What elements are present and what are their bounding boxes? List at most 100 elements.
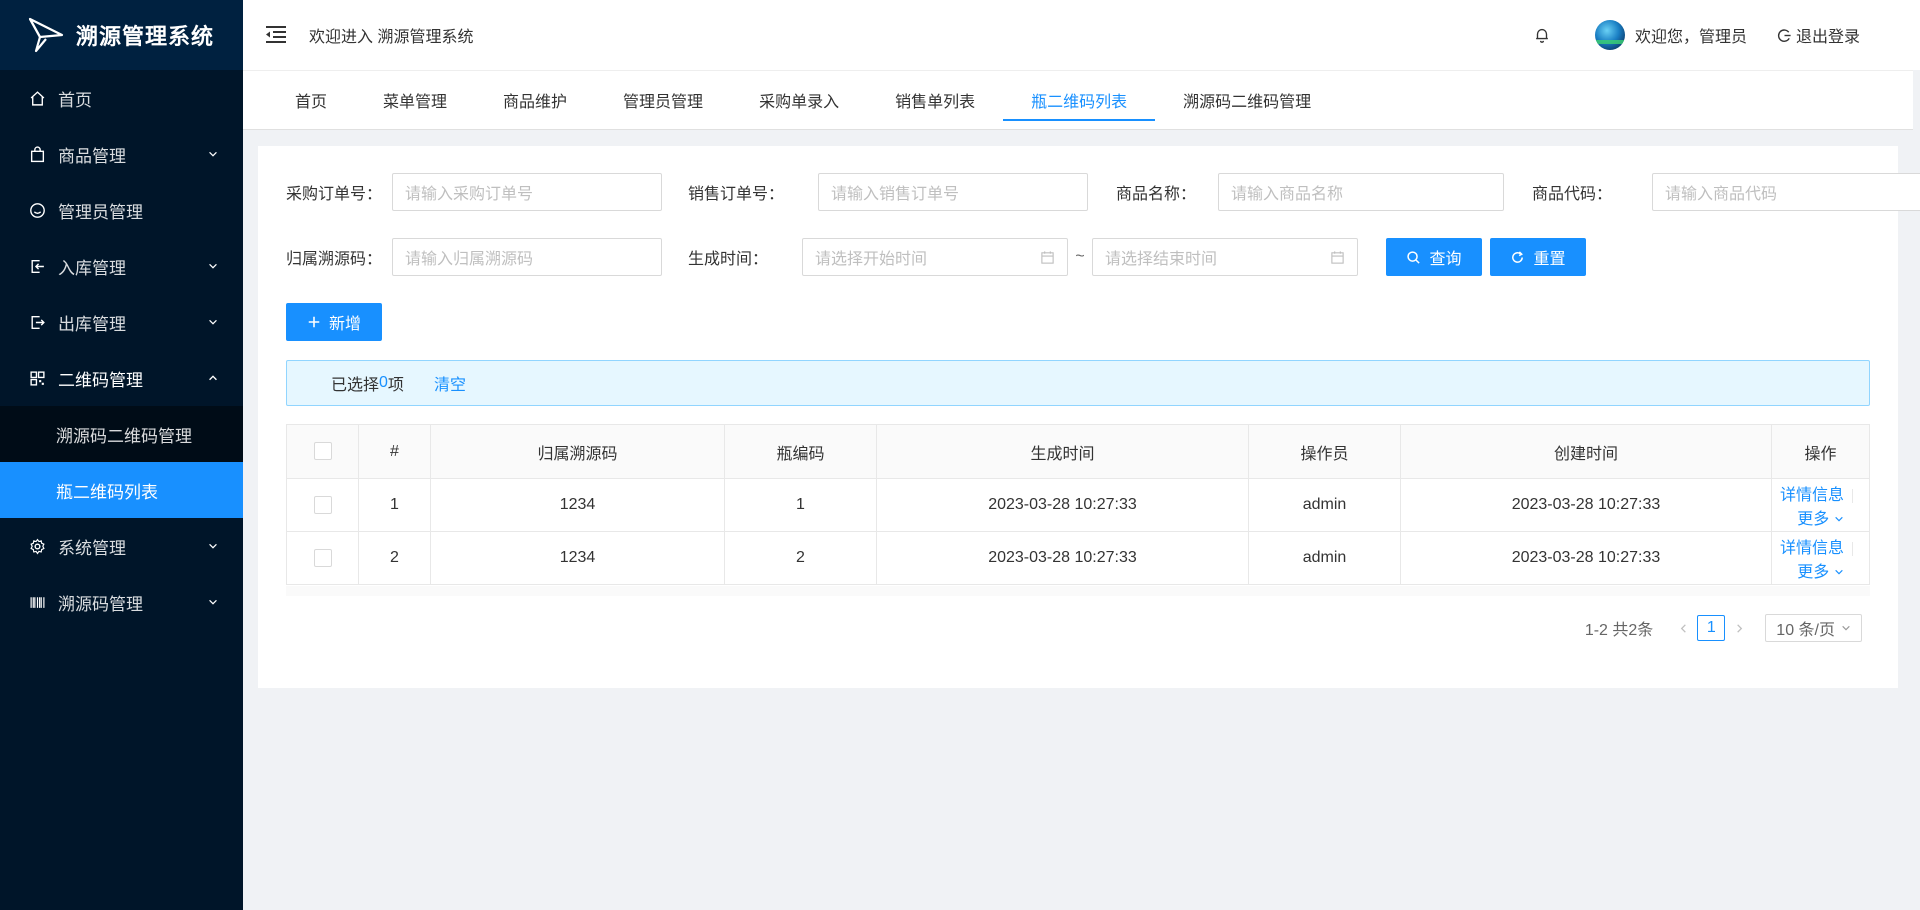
bell-icon[interactable]: [1533, 25, 1553, 45]
tab-bottle-qrcode-list[interactable]: 瓶二维码列表: [1003, 71, 1156, 129]
sidebar-item-bottle-qrcode-list[interactable]: 瓶二维码列表: [0, 462, 243, 518]
next-page-icon[interactable]: [1729, 623, 1749, 634]
select-all-checkbox[interactable]: [313, 442, 332, 461]
chevron-down-icon: [207, 259, 221, 273]
col-index: #: [358, 424, 431, 479]
selection-count: 0: [379, 374, 388, 391]
select-all-cell: [286, 424, 359, 479]
sidebar-item-inbound[interactable]: 入库管理: [0, 238, 243, 294]
sidebar-item-home[interactable]: 首页: [0, 70, 243, 126]
tab-admin[interactable]: 管理员管理: [595, 71, 731, 129]
detail-link[interactable]: 详情信息: [1780, 487, 1844, 504]
cell-create-time: 2023-03-28 10:27:33: [1400, 531, 1772, 585]
start-date-input[interactable]: 请选择开始时间: [802, 238, 1068, 276]
row-select-cell: [286, 478, 359, 532]
reset-label: 重置: [1533, 251, 1566, 268]
col-bottle-code: 瓶编码: [724, 424, 877, 479]
goods-name-input[interactable]: 请输入商品名称: [1218, 173, 1504, 211]
barcode-icon: [28, 593, 46, 611]
cell-bottle-code: 1: [724, 478, 877, 532]
start-date-placeholder: 请选择开始时间: [815, 251, 928, 268]
col-operator: 操作员: [1248, 424, 1401, 479]
tab-menu[interactable]: 菜单管理: [355, 71, 475, 129]
purchase-order-input[interactable]: 请输入采购订单号: [392, 173, 662, 211]
chevron-down-icon: [1834, 516, 1843, 522]
welcome-text: 欢迎进入 溯源管理系统: [309, 29, 474, 46]
add-button[interactable]: 新增: [286, 303, 382, 341]
page-number-current[interactable]: 1: [1697, 615, 1726, 641]
logout-button[interactable]: 退出登录: [1777, 23, 1860, 47]
data-table: # 归属溯源码 瓶编码 生成时间 操作员 创建时间 操作 1 1234 1 20…: [286, 424, 1870, 585]
sidebar-item-goods[interactable]: 商品管理: [0, 126, 243, 182]
cell-gen-time: 2023-03-28 10:27:33: [876, 478, 1249, 532]
clear-selection-link[interactable]: 清空: [434, 371, 466, 395]
cell-index: 2: [358, 531, 431, 585]
tab-home[interactable]: 首页: [267, 71, 355, 129]
trace-code-input[interactable]: 请输入归属溯源码: [392, 238, 662, 276]
sidebar-item-system[interactable]: 系统管理: [0, 518, 243, 574]
row-checkbox[interactable]: [313, 495, 332, 514]
detail-link[interactable]: 详情信息: [1780, 540, 1844, 557]
goods-code-input[interactable]: 请输入商品代码: [1652, 173, 1920, 211]
chevron-down-icon: [207, 539, 221, 553]
qrcode-submenu: 溯源码二维码管理 瓶二维码列表: [0, 406, 243, 518]
logout-icon: [1777, 28, 1791, 42]
menu-fold-icon[interactable]: [263, 22, 289, 48]
chevron-down-icon: [207, 595, 221, 609]
tab-goods[interactable]: 商品维护: [475, 71, 595, 129]
qrcode-icon: [28, 369, 46, 387]
prev-page-icon[interactable]: [1673, 623, 1693, 634]
sidebar-item-label: 管理员管理: [58, 202, 143, 222]
selection-alert: 已选择 0项 清空: [286, 360, 1870, 406]
header: 欢迎进入 溯源管理系统 欢迎您，管理员 退出登录: [243, 0, 1920, 70]
sidebar-item-trace-qrcode[interactable]: 溯源码二维码管理: [0, 406, 243, 462]
sidebar-item-admin[interactable]: 管理员管理: [0, 182, 243, 238]
sidebar-item-label: 商品管理: [58, 146, 126, 166]
table-scrollbar[interactable]: [286, 586, 1870, 596]
add-label: 新增: [328, 316, 361, 333]
main-card: 采购订单号： 请输入采购订单号 销售订单号： 请输入销售订单号 商品名称： 请输…: [258, 146, 1920, 688]
more-dropdown[interactable]: 更多: [1797, 564, 1843, 581]
tab-purchase-entry[interactable]: 采购单录入: [731, 71, 867, 129]
calendar-icon: [1330, 250, 1345, 270]
search-row-2: 归属溯源码： 请输入归属溯源码 生成时间： 请选择开始时间 ~ 请选择结束时间 …: [286, 238, 1586, 276]
purchase-order-label: 采购订单号：: [286, 186, 383, 203]
avatar[interactable]: [1594, 20, 1625, 50]
more-label: 更多: [1797, 564, 1830, 581]
sidebar-item-tracecode[interactable]: 溯源码管理: [0, 574, 243, 630]
sidebar-item-outbound[interactable]: 出库管理: [0, 294, 243, 350]
plus-icon: [308, 316, 320, 328]
row-checkbox[interactable]: [313, 548, 332, 567]
query-label: 查询: [1429, 251, 1462, 268]
col-trace-code: 归属溯源码: [430, 424, 725, 479]
action-divider: [1852, 541, 1853, 556]
user-greeting[interactable]: 欢迎您，管理员: [1635, 23, 1747, 47]
col-gen-time: 生成时间: [876, 424, 1249, 479]
more-label: 更多: [1797, 511, 1830, 528]
reset-button[interactable]: 重置: [1490, 238, 1586, 276]
calendar-icon: [1040, 250, 1055, 270]
tab-sales-list[interactable]: 销售单列表: [867, 71, 1003, 129]
smile-icon: [28, 201, 46, 219]
sidebar-item-label: 二维码管理: [58, 370, 143, 390]
more-dropdown[interactable]: 更多: [1797, 511, 1843, 528]
sidebar-item-label: 溯源码管理: [58, 594, 143, 614]
bag-icon: [28, 145, 46, 163]
export-icon: [28, 313, 46, 331]
sidebar-item-label: 出库管理: [58, 314, 126, 334]
page-size-select[interactable]: 10 条/页: [1765, 614, 1862, 642]
cell-trace-code: 1234: [430, 478, 725, 532]
chevron-down-icon: [207, 315, 221, 329]
sales-order-input[interactable]: 请输入销售订单号: [818, 173, 1088, 211]
date-range-separator: ~: [1075, 248, 1085, 265]
tab-trace-qrcode[interactable]: 溯源码二维码管理: [1155, 71, 1339, 129]
cell-bottle-code: 2: [724, 531, 877, 585]
end-date-input[interactable]: 请选择结束时间: [1092, 238, 1358, 276]
cell-gen-time: 2023-03-28 10:27:33: [876, 531, 1249, 585]
cell-create-time: 2023-03-28 10:27:33: [1400, 478, 1772, 532]
query-button[interactable]: 查询: [1386, 238, 1482, 276]
chevron-down-icon: [1842, 625, 1850, 631]
sidebar-item-qrcode[interactable]: 二维码管理: [0, 350, 243, 406]
sales-order-label: 销售订单号：: [688, 186, 785, 203]
reload-icon: [1512, 250, 1524, 263]
